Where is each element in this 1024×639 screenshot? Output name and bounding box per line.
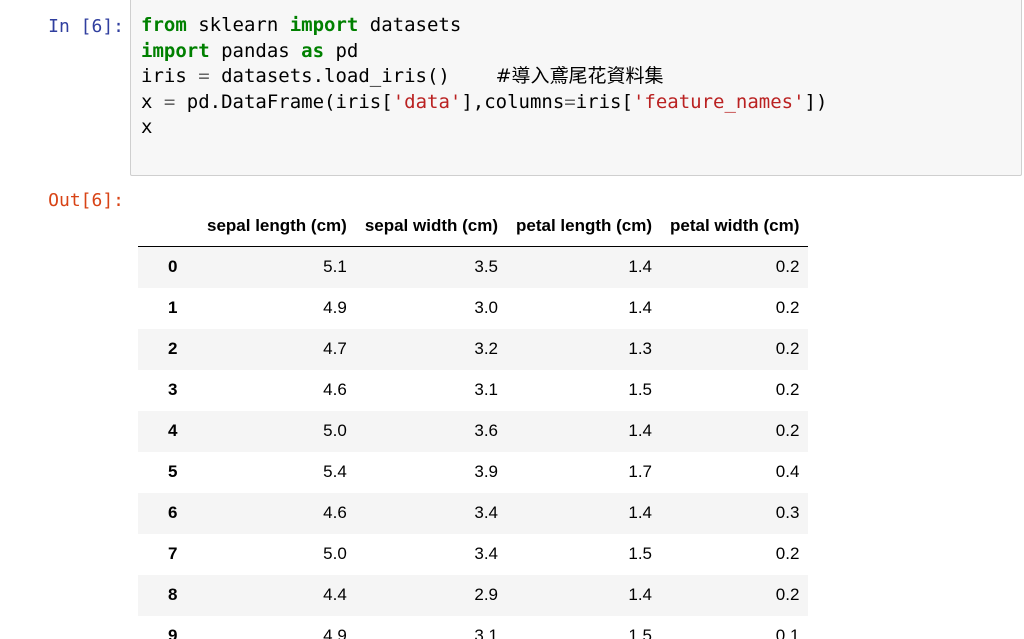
table-row: 7 5.0 3.4 1.5 0.2 [138,534,808,575]
column-header: sepal width (cm) [355,206,507,247]
table-cell: 5.1 [323,257,347,277]
table-cell: 0.2 [775,544,800,563]
row-index: 2 [168,339,178,358]
output-prompt: Out[6]: [48,190,124,211]
table-row: 9 4.9 3.1 1.5 0.1 [138,616,808,639]
code-token: sklearn [186,14,290,36]
code-token: pandas [209,39,302,62]
code-cell[interactable]: from sklearn import datasets import panda… [130,0,1022,176]
table-cell: 4.6 [323,380,347,399]
table-header-row: sepal length (cm) sepal width (cm) petal… [138,206,809,247]
table-cell: 3.1 [474,626,498,639]
table-cell: 1.7 [628,462,653,481]
table-row: 2 4.7 3.2 1.3 0.2 [138,328,809,370]
table-row: 1 4.9 3.0 1.4 0.2 [138,288,808,329]
table-cell: 0.3 [775,503,800,522]
table-cell: 3.6 [474,421,498,440]
row-index: 3 [168,380,178,399]
table-cell: 1.5 [628,544,653,563]
table-cell: 3.4 [474,503,498,522]
table-cell: 4.6 [323,503,347,522]
table-cell: 2.9 [474,585,498,604]
table-cell: 1.3 [628,339,653,358]
table-row: 0 5.1 3.5 1.4 0.2 [138,246,809,288]
table-cell: 1.4 [628,585,653,604]
row-index: 4 [168,421,178,440]
code-token: x [141,116,153,138]
keyword-token: import [289,14,359,36]
table-row: 8 4.4 2.9 1.4 0.2 [138,574,809,616]
code-editor[interactable]: from sklearn import datasets import panda… [141,13,827,141]
index-header [138,206,198,247]
table-cell: 3.1 [474,380,498,399]
keyword-token: from [141,14,187,36]
table-cell: 1.4 [628,421,653,440]
row-index: 8 [168,585,178,604]
input-prompt: In [6]: [48,16,124,37]
table-cell: 3.9 [474,462,498,481]
table-cell: 3.4 [474,544,498,563]
code-token: ],columns [461,90,565,113]
table-cell: 0.2 [775,339,800,358]
table-cell: 1.5 [628,380,653,399]
operator-token: = [198,65,210,87]
code-line-5: x [141,115,827,141]
code-line-3: iris = datasets.load_iris() #導入鳶尾花資料集 [141,64,827,90]
row-index: 7 [168,544,178,563]
comment-token: #導入鳶尾花資料集 [495,65,664,87]
table-cell: 4.9 [323,626,347,639]
table-cell: 5.0 [323,544,347,563]
table-row: 4 5.0 3.6 1.4 0.2 [138,410,809,452]
output-area: sepal length (cm) sepal width (cm) petal… [138,206,809,639]
table-cell: 4.9 [323,298,347,317]
code-token: iris[ [575,90,633,113]
operator-token: = [163,90,176,113]
table-cell: 0.2 [775,380,800,399]
table-cell: 3.5 [474,257,498,277]
keyword-token: import [141,39,210,62]
table-row: 6 4.6 3.4 1.4 0.3 [138,492,809,534]
code-line-2: import pandas as pd [141,39,827,65]
column-header: petal length (cm) [507,206,662,247]
table-cell: 0.2 [775,257,800,277]
table-cell: 1.4 [628,503,653,522]
table-cell: 5.0 [323,421,347,440]
code-line-4: x = pd.DataFrame(iris['data'],columns=ir… [141,90,827,116]
row-index: 5 [168,462,178,481]
code-token: iris [141,65,199,87]
column-header: petal width (cm) [661,206,809,247]
keyword-token: as [301,39,325,62]
table-cell: 0.2 [775,298,800,317]
table-cell: 0.1 [775,626,800,639]
table-row: 5 5.4 3.9 1.7 0.4 [138,452,808,493]
code-token: datasets [358,14,462,36]
row-index: 0 [168,257,178,277]
table-cell: 4.4 [323,585,347,604]
string-token: 'feature_names' [632,90,805,113]
table-cell: 5.4 [323,462,347,481]
table-cell: 3.2 [474,339,498,358]
table-cell: 1.5 [628,626,653,639]
column-header: sepal length (cm) [198,206,356,247]
table-cell: 0.4 [775,462,800,481]
code-token: datasets.load_iris() [209,65,496,87]
table-cell: 0.2 [775,585,800,604]
row-index: 6 [168,503,178,522]
table-cell: 1.4 [628,298,653,317]
operator-token: = [564,90,576,113]
string-token: 'data' [392,90,462,113]
code-token: pd [324,39,359,62]
table-row: 3 4.6 3.1 1.5 0.2 [138,370,808,411]
row-index: 9 [168,626,178,639]
code-token: ]) [804,90,828,113]
table-cell: 3.0 [474,298,498,317]
table-cell: 4.7 [323,339,347,358]
table-cell: 1.4 [628,257,653,277]
code-token: x [141,90,164,113]
code-token: pd.DataFrame(iris[ [175,90,393,113]
table-cell: 0.2 [775,421,800,440]
code-line-1: from sklearn import datasets [141,13,827,39]
dataframe-table: sepal length (cm) sepal width (cm) petal… [138,206,809,639]
row-index: 1 [168,298,178,317]
